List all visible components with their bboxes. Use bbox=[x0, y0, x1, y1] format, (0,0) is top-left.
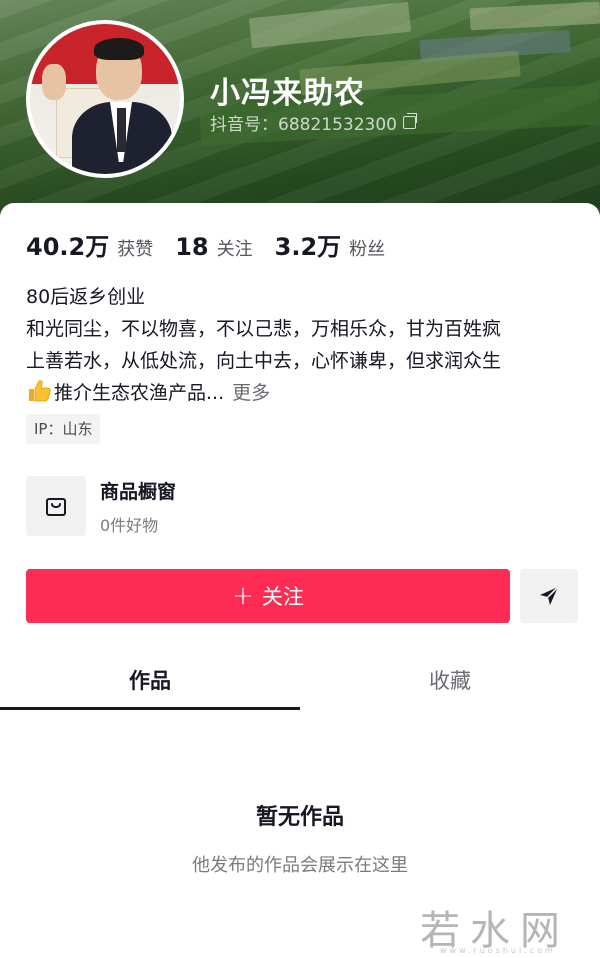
stat-number: 40.2万 bbox=[26, 233, 110, 261]
bio-line: 80后返乡创业 bbox=[26, 286, 146, 308]
bio-text: 推介生态农渔产品... bbox=[54, 382, 225, 404]
empty-title: 暂无作品 bbox=[255, 805, 344, 830]
empty-state: 暂无作品 他发布的作品会展示在这里 bbox=[0, 799, 600, 877]
stat-following[interactable]: 18 关注 bbox=[175, 233, 252, 261]
shopping-bag-icon bbox=[46, 498, 66, 516]
stat-followers[interactable]: 3.2万 粉丝 bbox=[275, 227, 386, 262]
stat-label: 获赞 bbox=[117, 239, 154, 260]
avatar-hand bbox=[42, 64, 66, 100]
tab-indicator bbox=[0, 707, 300, 710]
shop-window[interactable]: 商品橱窗 0件好物 bbox=[26, 476, 176, 536]
shop-texts: 商品橱窗 0件好物 bbox=[100, 477, 176, 536]
stat-label: 关注 bbox=[216, 239, 253, 260]
banner-field bbox=[469, 1, 600, 31]
plus-icon: + bbox=[232, 581, 254, 611]
thumbs-up-icon bbox=[29, 380, 51, 402]
banner-field bbox=[248, 1, 412, 49]
stats-row: 40.2万 获赞 18 关注 3.2万 粉丝 bbox=[26, 227, 407, 262]
profile-card: 40.2万 获赞 18 关注 3.2万 粉丝 80后返乡创业 和光同尘，不以物喜… bbox=[0, 203, 600, 958]
follow-button[interactable]: + 关注 bbox=[26, 569, 510, 623]
stat-label: 粉丝 bbox=[349, 239, 386, 260]
tab-favorites[interactable]: 收藏 bbox=[300, 651, 600, 711]
avatar[interactable] bbox=[26, 20, 184, 178]
ip-location-tag: IP：山东 bbox=[26, 414, 101, 444]
watermark-url: www.ruoshui.com bbox=[440, 946, 556, 955]
send-icon bbox=[540, 586, 559, 605]
bio: 80后返乡创业 和光同尘，不以物喜，不以己悲，万相乐众，甘为百姓疯 上善若水，从… bbox=[26, 281, 586, 409]
avatar-tie bbox=[117, 108, 126, 152]
stat-number: 3.2万 bbox=[274, 233, 342, 261]
share-button[interactable] bbox=[520, 569, 578, 623]
empty-subtitle: 他发布的作品会展示在这里 bbox=[192, 855, 408, 876]
content-tabs: 作品 收藏 bbox=[0, 651, 600, 711]
follow-label: 关注 bbox=[261, 585, 304, 609]
shop-subtitle: 0件好物 bbox=[100, 515, 159, 535]
more-link[interactable]: 更多 bbox=[232, 382, 270, 404]
stat-likes[interactable]: 40.2万 获赞 bbox=[26, 227, 153, 262]
avatar-hair bbox=[94, 38, 144, 60]
bio-line-last: 推介生态农渔产品... 更多 bbox=[26, 377, 586, 409]
copy-icon[interactable] bbox=[402, 113, 417, 129]
shop-title: 商品橱窗 bbox=[100, 480, 177, 503]
tab-works[interactable]: 作品 bbox=[0, 651, 300, 711]
bio-line: 上善若水，从低处流，向土中去，心怀谦卑，但求润众生 bbox=[26, 350, 502, 372]
profile-name: 小冯来助农 bbox=[210, 76, 365, 111]
douyin-id[interactable]: 抖音号：68821532300 bbox=[210, 110, 417, 135]
douyin-id-text: 抖音号：68821532300 bbox=[210, 115, 397, 135]
bio-line: 和光同尘，不以物喜，不以己悲，万相乐众，甘为百姓疯 bbox=[26, 318, 502, 340]
stat-number: 18 bbox=[175, 233, 209, 261]
shop-icon-box bbox=[26, 476, 86, 536]
